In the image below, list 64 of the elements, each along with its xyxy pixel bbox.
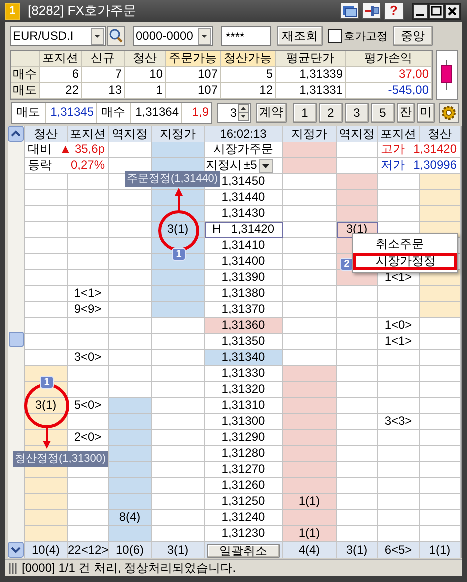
stat-label: 고가: [381, 142, 405, 157]
table-cell: 37,00: [346, 67, 432, 83]
checkbox-label: 호가고정: [344, 30, 388, 44]
table-cell: -545,00: [346, 83, 432, 99]
column-header: 청산: [125, 51, 166, 67]
column-header: 역지정: [337, 126, 378, 142]
status-message: [0000] 1/1 건 처리, 정상처리되었습니다.: [22, 560, 236, 576]
table-cell: 107: [166, 67, 221, 83]
stat-value: 0,27%: [70, 158, 105, 173]
total-cell: 22<12>: [68, 542, 109, 558]
total-cell: 1(1): [420, 542, 461, 558]
column-header: 역지정: [109, 126, 152, 142]
column-header: 청산: [25, 126, 68, 142]
column-header: 지정가: [152, 126, 205, 142]
total-cell: 4(4): [283, 542, 337, 558]
price-text: 1,31420: [231, 222, 275, 236]
table-cell: 1,31339: [276, 67, 346, 83]
total-cell: 3(1): [152, 542, 205, 558]
stat-value: 1,30996: [414, 158, 457, 173]
row-label: 매도: [11, 83, 40, 99]
column-header: 포지션: [378, 126, 420, 142]
total-cell: 10(6): [109, 542, 152, 558]
stat-label: 등락: [28, 158, 52, 173]
bid-label: 매도: [12, 102, 46, 122]
table-cell: 7: [82, 67, 125, 83]
limit-label: 지정시: [206, 158, 242, 173]
app-logo: 1: [5, 2, 20, 20]
table-cell: 6: [40, 67, 82, 83]
time-header: 16:02:13: [205, 126, 283, 142]
step-badge-tooltip: 1: [40, 376, 54, 389]
callout-tooltip: 주문정정(1,31440): [125, 171, 220, 187]
table-cell: 12: [221, 83, 276, 99]
column-header: 청산가능: [221, 51, 276, 67]
table-cell: 1: [125, 83, 166, 99]
stat-label: 대비: [28, 142, 52, 157]
step-badge-tooltip: 1: [172, 248, 186, 261]
table-cell: 1,31331: [276, 83, 346, 99]
table-cell: 107: [166, 83, 221, 99]
spread-value: 1,9: [191, 104, 210, 120]
row-label: 매수: [11, 67, 40, 83]
stat-value: 1,31420: [414, 142, 457, 157]
table-cell: 10: [125, 67, 166, 83]
column-header: 포지션: [40, 51, 82, 67]
stat-label: 저가: [381, 158, 405, 173]
high-label: H: [212, 222, 222, 236]
stat-value: ▲ 35,6p: [60, 142, 105, 157]
column-header: 주문가능: [166, 51, 221, 67]
total-cell: 3(1): [337, 542, 378, 558]
table-cell: 22: [40, 83, 82, 99]
column-header: 평균단가: [276, 51, 346, 67]
window-title: [8282] FX호가주문: [28, 2, 136, 20]
callout-tooltip: 청산정정(1,31300): [13, 451, 108, 467]
column-header: 신규: [82, 51, 125, 67]
total-cell: 6<5>: [378, 542, 420, 558]
table-cell: 5: [221, 67, 276, 83]
total-cell: 10(4): [25, 542, 68, 558]
column-header: 청산: [420, 126, 461, 142]
table-cell: 13: [82, 83, 125, 99]
bid-price: 1,31345: [46, 102, 97, 122]
column-header: 포지션: [68, 126, 109, 142]
column-header: 지정가: [283, 126, 337, 142]
ask-price: 1,31364: [131, 102, 182, 122]
column-header: 평가손익: [346, 51, 432, 67]
ask-label: 매수: [97, 102, 131, 122]
